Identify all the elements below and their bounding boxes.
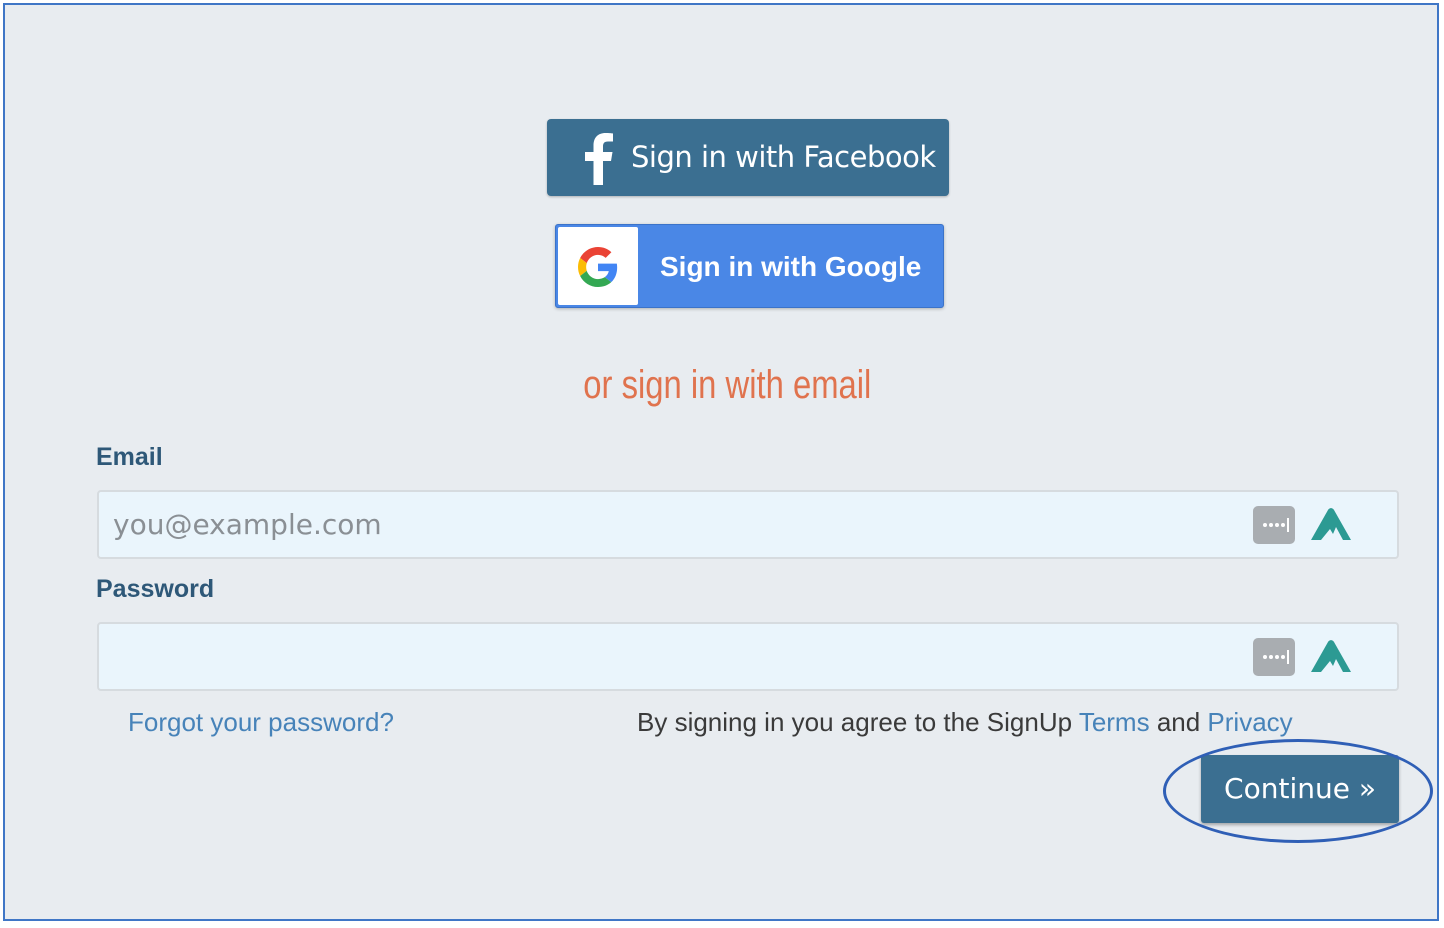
facebook-icon	[585, 133, 613, 185]
google-logo-container	[558, 227, 638, 305]
privacy-link[interactable]: Privacy	[1207, 707, 1292, 737]
email-field-container	[97, 490, 1399, 559]
password-manager-icon[interactable]	[1253, 506, 1295, 544]
email-label: Email	[96, 443, 163, 471]
terms-agreement-text: By signing in you agree to the SignUp Te…	[637, 707, 1293, 738]
password-input[interactable]	[99, 624, 1239, 689]
agree-prefix-text: By signing in you agree to the SignUp	[637, 707, 1079, 737]
nord-mountain-icon[interactable]	[1309, 636, 1353, 676]
password-field-container	[97, 622, 1399, 691]
google-g-icon	[578, 247, 618, 287]
password-label: Password	[96, 575, 215, 603]
facebook-signin-button[interactable]: Sign in with Facebook	[547, 119, 949, 196]
password-manager-icon[interactable]	[1253, 638, 1295, 676]
login-panel: Sign in with Facebook Sign in with Googl…	[3, 3, 1439, 921]
continue-button[interactable]: Continue »	[1201, 755, 1399, 823]
email-divider-heading: or sign in with email	[583, 363, 872, 407]
forgot-password-link[interactable]: Forgot your password?	[128, 707, 394, 738]
facebook-button-label: Sign in with Facebook	[631, 140, 936, 174]
email-input[interactable]	[99, 492, 1239, 557]
agree-and-text: and	[1149, 707, 1208, 737]
nord-mountain-icon[interactable]	[1309, 504, 1353, 544]
terms-link[interactable]: Terms	[1079, 707, 1150, 737]
google-signin-button[interactable]: Sign in with Google	[555, 224, 944, 308]
google-button-label: Sign in with Google	[660, 251, 922, 282]
